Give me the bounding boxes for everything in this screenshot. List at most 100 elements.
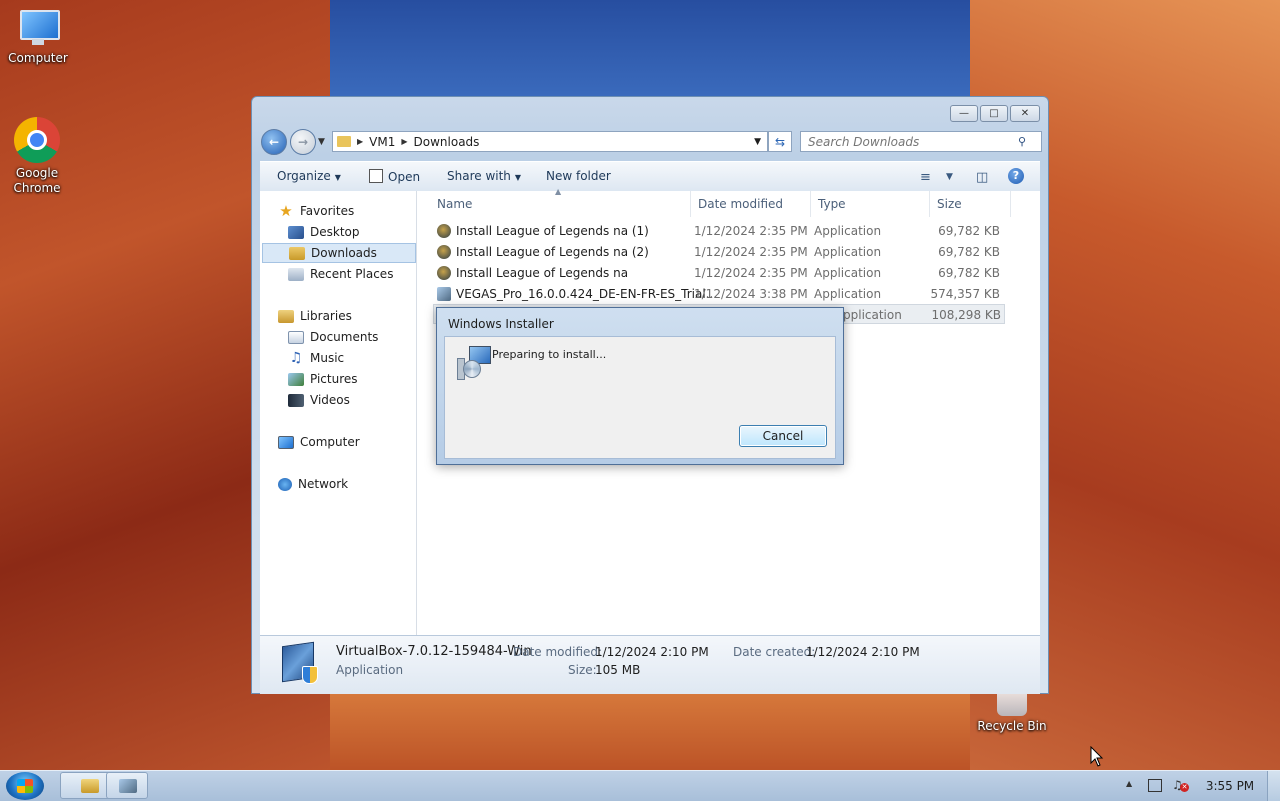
search-input[interactable] <box>800 131 1042 152</box>
refresh-button[interactable]: ⇆ <box>768 131 792 152</box>
nav-downloads[interactable]: Downloads <box>262 243 416 263</box>
breadcrumb-downloads[interactable]: Downloads <box>414 135 480 149</box>
taskbar-clock[interactable]: 3:55 PM <box>1202 779 1258 793</box>
details-date-created: 1/12/2024 2:10 PM <box>806 645 920 659</box>
breadcrumb-separator-icon[interactable]: ▶ <box>357 137 363 146</box>
help-icon[interactable]: ? <box>1008 168 1024 184</box>
nav-label: Libraries <box>300 309 352 323</box>
forward-button[interactable]: → <box>290 129 316 155</box>
nav-label: Network <box>298 477 349 491</box>
nav-label: Documents <box>310 330 379 344</box>
forward-arrow-icon: → <box>297 135 309 149</box>
documents-icon <box>288 330 304 344</box>
file-row[interactable]: Install League of Legends na 1/12/2024 2… <box>433 263 1005 283</box>
nav-documents[interactable]: Documents <box>288 327 378 347</box>
installer-icon <box>457 346 491 380</box>
volume-muted-icon[interactable]: ♫ ✕ <box>1172 778 1189 792</box>
view-options-dropdown-icon[interactable]: ▼ <box>946 172 953 182</box>
windows-logo-icon <box>17 779 33 793</box>
column-divider[interactable] <box>929 191 930 217</box>
videos-icon <box>288 393 304 407</box>
open-label: Open <box>388 170 421 184</box>
new-folder-button[interactable]: New folder <box>546 169 611 183</box>
close-button[interactable]: ✕ <box>1010 105 1040 122</box>
caption-buttons: — □ ✕ <box>950 105 1040 122</box>
column-header-name[interactable]: Name <box>437 197 472 211</box>
nav-label: Computer <box>300 435 360 449</box>
virtualbox-installer-icon <box>278 641 318 684</box>
open-button[interactable]: Open <box>369 169 420 184</box>
details-size-label: Size: <box>568 663 597 677</box>
cancel-button[interactable]: Cancel <box>739 425 827 447</box>
chevron-down-icon: ▼ <box>334 173 341 182</box>
wallpaper-sky <box>330 0 970 110</box>
column-header-date-modified[interactable]: Date modified <box>698 197 783 211</box>
file-type: Application <box>814 266 882 280</box>
show-desktop-button[interactable] <box>1267 771 1280 801</box>
desktop-icon-label: Computer <box>8 51 68 65</box>
installer-status-message: Preparing to install... <box>492 348 607 361</box>
nav-pictures[interactable]: Pictures <box>288 369 358 389</box>
taskbar: ▲ ♫ ✕ 3:55 PM <box>0 770 1280 801</box>
change-view-icon[interactable]: ≡ <box>920 170 931 185</box>
league-of-legends-app-icon <box>437 266 451 280</box>
show-hidden-icons-icon[interactable]: ▲ <box>1126 779 1132 788</box>
recent-places-icon <box>288 267 304 281</box>
address-bar[interactable]: ▶ VM1 ▶ Downloads ▼ <box>332 131 768 152</box>
address-dropdown-icon[interactable]: ▼ <box>754 137 761 147</box>
network-status-icon[interactable] <box>1148 779 1162 792</box>
nav-computer[interactable]: Computer <box>278 432 360 452</box>
file-date: 1/12/2024 2:35 PM <box>694 245 808 259</box>
breadcrumb-separator-icon[interactable]: ▶ <box>401 137 407 146</box>
sort-indicator-icon: ▲ <box>555 187 562 196</box>
nav-desktop[interactable]: Desktop <box>288 222 360 242</box>
recent-pages-dropdown-icon[interactable]: ▼ <box>318 137 325 147</box>
desktop-icon-computer[interactable]: Computer <box>0 8 76 66</box>
refresh-icon: ⇆ <box>774 134 786 149</box>
organize-label: Organize <box>277 169 331 183</box>
file-size: 574,357 KB <box>930 287 1000 301</box>
nav-label: Desktop <box>310 225 360 239</box>
new-folder-label: New folder <box>546 169 611 183</box>
column-divider[interactable] <box>810 191 811 217</box>
back-arrow-icon: ← <box>268 135 280 149</box>
file-name: Install League of Legends na (1) <box>456 224 649 238</box>
downloads-folder-icon <box>289 246 305 260</box>
start-button[interactable] <box>6 772 44 800</box>
taskbar-installer-button[interactable] <box>106 772 148 799</box>
maximize-button[interactable]: □ <box>980 105 1008 122</box>
nav-favorites[interactable]: ★ Favorites <box>278 201 354 221</box>
nav-recent-places[interactable]: Recent Places <box>288 264 393 284</box>
dialog-title: Windows Installer <box>448 317 554 331</box>
file-type: pplication <box>843 308 902 322</box>
nav-network[interactable]: Network <box>278 474 348 494</box>
file-size: 69,782 KB <box>938 245 1000 259</box>
breadcrumb-vm1[interactable]: VM1 <box>369 135 395 149</box>
file-date: 1/12/2024 2:35 PM <box>694 224 808 238</box>
file-row[interactable]: VEGAS_Pro_16.0.0.424_DE-EN-FR-ES_Trial..… <box>433 284 1005 304</box>
file-row[interactable]: Install League of Legends na (2) 1/12/20… <box>433 242 1005 262</box>
nav-videos[interactable]: Videos <box>288 390 350 410</box>
desktop-icon-recycle-bin[interactable]: Recycle Bin <box>974 694 1050 734</box>
minimize-button[interactable]: — <box>950 105 978 122</box>
column-header-size[interactable]: Size <box>937 197 962 211</box>
file-size: 69,782 KB <box>938 266 1000 280</box>
column-divider[interactable] <box>690 191 691 217</box>
nav-libraries[interactable]: Libraries <box>278 306 352 326</box>
search-icon[interactable]: ⚲ <box>1018 135 1026 148</box>
folder-icon <box>337 136 351 147</box>
column-header-type[interactable]: Type <box>818 197 846 211</box>
details-size: 105 MB <box>595 663 641 677</box>
share-with-button[interactable]: Share with ▼ <box>447 169 521 183</box>
file-row[interactable]: Install League of Legends na (1) 1/12/20… <box>433 221 1005 241</box>
nav-label: Music <box>310 351 345 365</box>
details-date-created-label: Date created: <box>733 645 816 659</box>
desktop-icon-label: Recycle Bin <box>977 719 1047 733</box>
column-divider[interactable] <box>1010 191 1011 217</box>
desktop-icon-google-chrome[interactable]: Google Chrome <box>0 117 75 196</box>
preview-pane-icon[interactable]: ◫ <box>976 170 988 185</box>
nav-music[interactable]: ♫ Music <box>288 348 344 368</box>
back-button[interactable]: ← <box>261 129 287 155</box>
libraries-icon <box>278 309 294 323</box>
organize-button[interactable]: Organize ▼ <box>277 169 341 183</box>
